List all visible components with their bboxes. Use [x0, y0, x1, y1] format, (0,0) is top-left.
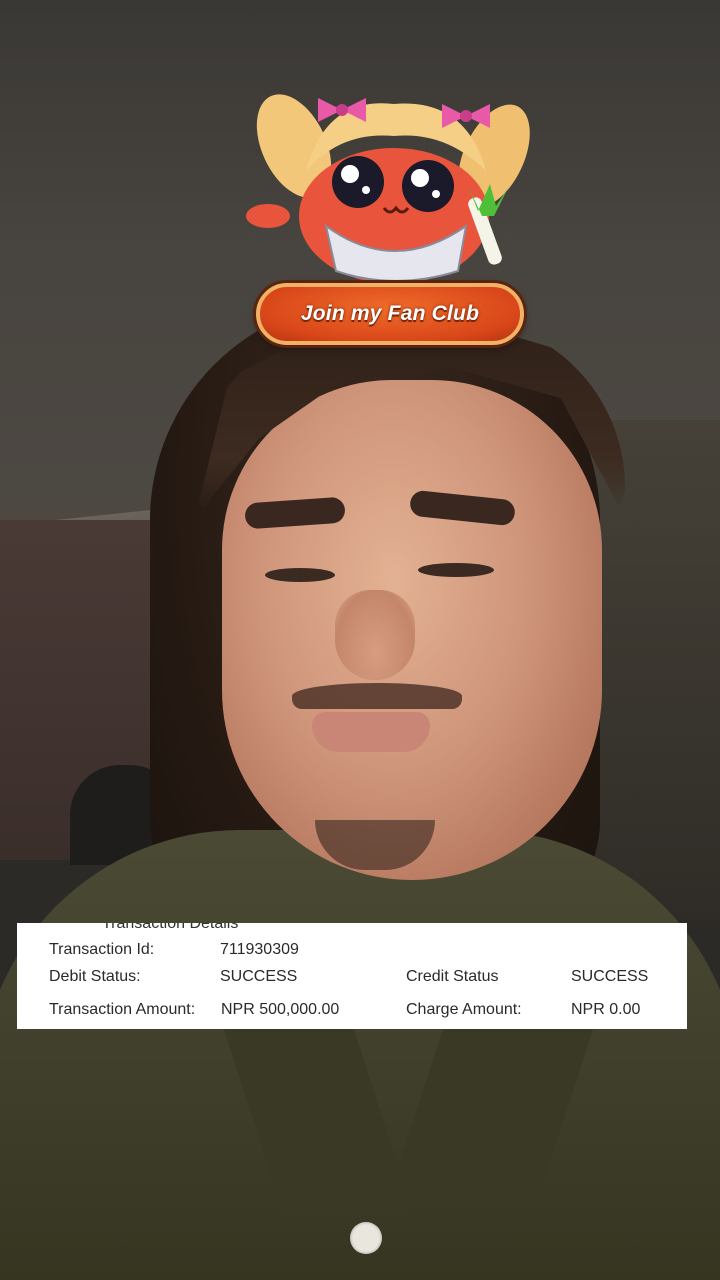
transaction-amount-label: Transaction Amount:: [49, 1001, 196, 1018]
mouth: [312, 712, 430, 752]
charge-amount-label: Charge Amount:: [406, 1001, 522, 1018]
debit-status-value: SUCCESS: [220, 968, 298, 985]
mustache: [292, 683, 462, 709]
fan-club-mascot-icon[interactable]: [246, 76, 536, 286]
transaction-details-card: Transaction Details Transaction Id: 7119…: [17, 923, 687, 1029]
shirt-button: [350, 1222, 382, 1254]
eye-left: [265, 568, 335, 582]
credit-status-value: SUCCESS: [571, 968, 649, 985]
debit-status-label: Debit Status:: [49, 968, 141, 985]
charge-amount-value: NPR 0.00: [571, 1001, 641, 1018]
eye-right: [418, 563, 494, 577]
join-fan-club-label: Join my Fan Club: [300, 302, 480, 325]
join-fan-club-button[interactable]: Join my Fan Club: [256, 283, 524, 345]
transaction-amount-value: NPR 500,000.00: [221, 1001, 340, 1018]
transaction-id-value: 711930309: [220, 941, 299, 958]
transaction-id-label: Transaction Id:: [49, 941, 155, 958]
nose: [335, 590, 415, 680]
transaction-details-title: Transaction Details: [102, 923, 239, 932]
credit-status-label: Credit Status: [406, 968, 499, 985]
